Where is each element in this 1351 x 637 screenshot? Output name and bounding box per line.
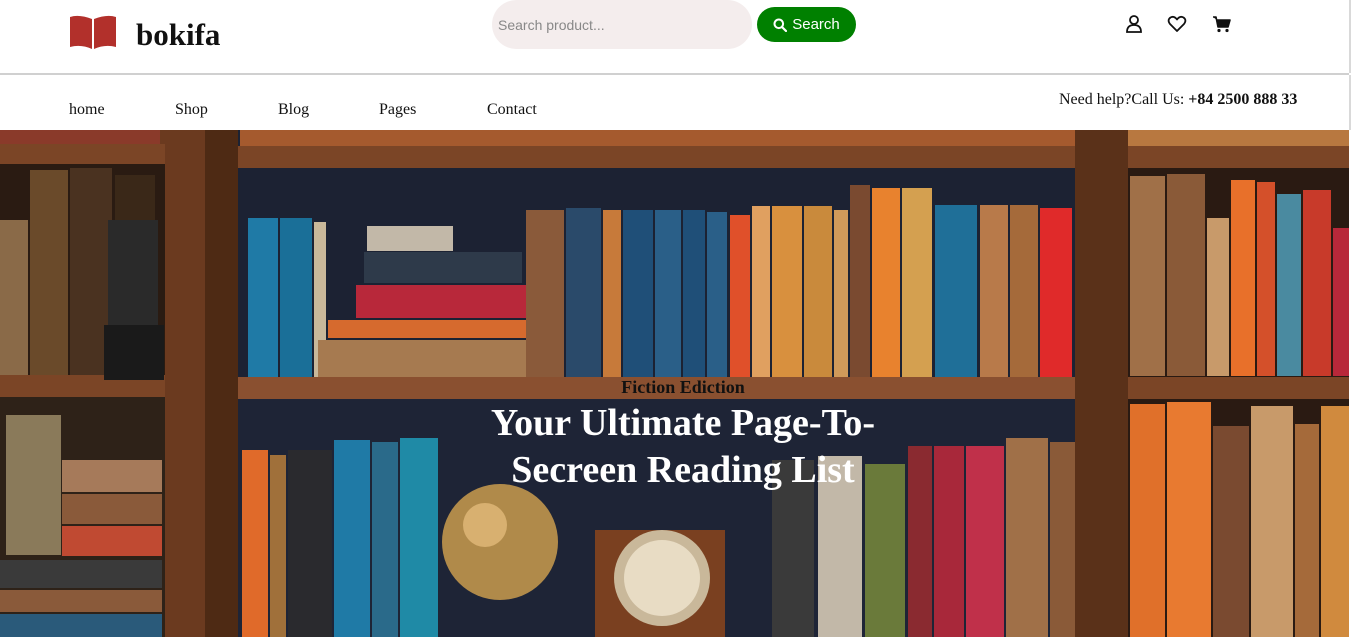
brand-name[interactable]: bokifa [136,15,220,55]
help-contact: Need help?Call Us: +84 2500 888 33 [1059,90,1297,110]
nav-contact[interactable]: Contact [487,100,537,120]
user-icon[interactable] [1124,14,1144,34]
site-header: bokifa Search [0,0,1351,73]
nav-shop[interactable]: Shop [175,100,208,120]
nav-home[interactable]: home [69,100,105,120]
main-nav: home Shop Blog Pages Contact Need help?C… [0,75,1351,130]
nav-pages[interactable]: Pages [379,100,416,120]
search-button-label: Search [792,16,840,33]
search-input[interactable] [492,0,738,49]
help-prefix: Need help?Call Us: [1059,91,1189,108]
hero-banner: Fiction Ediction Your Ultimate Page-To-S… [0,130,1349,637]
search-box [492,0,752,49]
heart-icon[interactable] [1167,14,1187,34]
hero-title: Your Ultimate Page-To-Secreen Reading Li… [490,402,876,491]
help-phone[interactable]: +84 2500 888 33 [1188,91,1297,108]
book-logo-icon[interactable] [69,14,117,50]
nav-blog[interactable]: Blog [278,100,309,120]
search-button[interactable]: Search [757,7,856,42]
hero-subtitle: Fiction Ediction [621,377,745,397]
search-icon [773,18,788,32]
cart-icon[interactable] [1212,14,1232,34]
